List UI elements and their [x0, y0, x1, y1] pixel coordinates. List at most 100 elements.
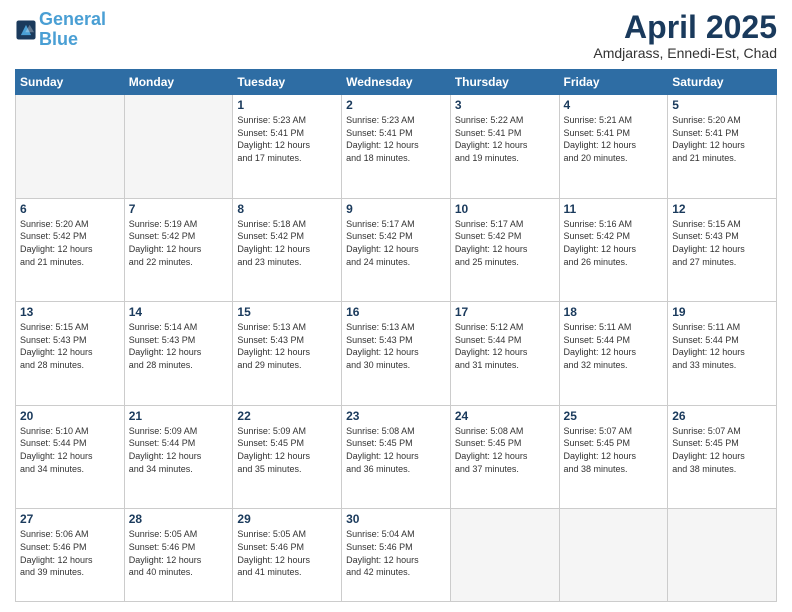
day-number: 16 — [346, 305, 446, 319]
day-info: Sunrise: 5:19 AM Sunset: 5:42 PM Dayligh… — [129, 218, 229, 268]
day-number: 28 — [129, 512, 229, 526]
day-info: Sunrise: 5:20 AM Sunset: 5:41 PM Dayligh… — [672, 114, 772, 164]
calendar-cell: 8Sunrise: 5:18 AM Sunset: 5:42 PM Daylig… — [233, 198, 342, 302]
day-info: Sunrise: 5:16 AM Sunset: 5:42 PM Dayligh… — [564, 218, 664, 268]
day-number: 9 — [346, 202, 446, 216]
calendar-cell: 19 Sunrise: 5:11 AM Sunset: 5:44 PM Dayli… — [668, 302, 777, 406]
calendar-cell: 9 Sunrise: 5:17 AM Sunset: 5:42 PM Daylig… — [342, 198, 451, 302]
calendar-cell: 1 Sunrise: 5:23 AM Sunset: 5:41 PM Daylig… — [233, 95, 342, 199]
calendar-cell: 12Sunrise: 5:15 AM Sunset: 5:43 PM Dayli… — [668, 198, 777, 302]
calendar-cell: 21 Sunrise: 5:09 AM Sunset: 5:44 PM Dayli… — [124, 405, 233, 509]
logo-icon — [15, 19, 37, 41]
col-header-saturday: Saturday — [668, 70, 777, 95]
header: General Blue April 2025 Amdjarass, Enned… — [15, 10, 777, 61]
day-number: 19 — [672, 305, 772, 319]
day-number: 11 — [564, 202, 664, 216]
day-number: 29 — [237, 512, 337, 526]
day-number: 4 — [564, 98, 664, 112]
calendar-cell: 18 Sunrise: 5:11 AM Sunset: 5:44 PM Dayli… — [559, 302, 668, 406]
day-number: 13 — [20, 305, 120, 319]
calendar-cell: 14 Sunrise: 5:14 AM Sunset: 5:43 PM Dayli… — [124, 302, 233, 406]
day-number: 14 — [129, 305, 229, 319]
calendar-cell: 4 Sunrise: 5:21 AM Sunset: 5:41 PM Daylig… — [559, 95, 668, 199]
calendar-cell: 17Sunrise: 5:12 AM Sunset: 5:44 PM Dayli… — [450, 302, 559, 406]
day-info: Sunrise: 5:05 AM Sunset: 5:46 PM Dayligh… — [129, 528, 229, 578]
day-info: Sunrise: 5:05 AM Sunset: 5:46 PM Dayligh… — [237, 528, 337, 578]
day-number: 1 — [237, 98, 337, 112]
calendar-cell: 13 Sunrise: 5:15 AM Sunset: 5:43 PM Dayli… — [16, 302, 125, 406]
day-number: 23 — [346, 409, 446, 423]
col-header-tuesday: Tuesday — [233, 70, 342, 95]
day-info: Sunrise: 5:12 AM Sunset: 5:44 PM Dayligh… — [455, 321, 555, 371]
calendar-cell: 26Sunrise: 5:07 AM Sunset: 5:45 PM Dayli… — [668, 405, 777, 509]
day-number: 22 — [237, 409, 337, 423]
col-header-monday: Monday — [124, 70, 233, 95]
day-info: Sunrise: 5:09 AM Sunset: 5:44 PM Dayligh… — [129, 425, 229, 475]
calendar-cell — [450, 509, 559, 602]
calendar-cell: 28 Sunrise: 5:05 AM Sunset: 5:46 PM Dayli… — [124, 509, 233, 602]
day-number: 18 — [564, 305, 664, 319]
day-number: 20 — [20, 409, 120, 423]
day-number: 27 — [20, 512, 120, 526]
calendar-cell: 16 Sunrise: 5:13 AM Sunset: 5:43 PM Dayli… — [342, 302, 451, 406]
calendar-cell: 2 Sunrise: 5:23 AM Sunset: 5:41 PM Daylig… — [342, 95, 451, 199]
calendar-cell: 23 Sunrise: 5:08 AM Sunset: 5:45 PM Dayli… — [342, 405, 451, 509]
month-title: April 2025 — [593, 10, 777, 45]
day-info: Sunrise: 5:07 AM Sunset: 5:45 PM Dayligh… — [564, 425, 664, 475]
calendar-cell: 27 Sunrise: 5:06 AM Sunset: 5:46 PM Dayli… — [16, 509, 125, 602]
logo: General Blue — [15, 10, 106, 50]
day-number: 15 — [237, 305, 337, 319]
day-info: Sunrise: 5:23 AM Sunset: 5:41 PM Dayligh… — [346, 114, 446, 164]
day-info: Sunrise: 5:21 AM Sunset: 5:41 PM Dayligh… — [564, 114, 664, 164]
logo-text: General Blue — [39, 10, 106, 50]
day-info: Sunrise: 5:22 AM Sunset: 5:41 PM Dayligh… — [455, 114, 555, 164]
day-number: 8 — [237, 202, 337, 216]
calendar-cell — [559, 509, 668, 602]
location: Amdjarass, Ennedi-Est, Chad — [593, 45, 777, 61]
day-info: Sunrise: 5:17 AM Sunset: 5:42 PM Dayligh… — [455, 218, 555, 268]
day-info: Sunrise: 5:17 AM Sunset: 5:42 PM Dayligh… — [346, 218, 446, 268]
day-number: 21 — [129, 409, 229, 423]
day-info: Sunrise: 5:15 AM Sunset: 5:43 PM Dayligh… — [20, 321, 120, 371]
day-number: 2 — [346, 98, 446, 112]
col-header-thursday: Thursday — [450, 70, 559, 95]
calendar-cell: 29 Sunrise: 5:05 AM Sunset: 5:46 PM Dayli… — [233, 509, 342, 602]
day-info: Sunrise: 5:09 AM Sunset: 5:45 PM Dayligh… — [237, 425, 337, 475]
day-info: Sunrise: 5:13 AM Sunset: 5:43 PM Dayligh… — [237, 321, 337, 371]
col-header-wednesday: Wednesday — [342, 70, 451, 95]
day-info: Sunrise: 5:11 AM Sunset: 5:44 PM Dayligh… — [672, 321, 772, 371]
day-info: Sunrise: 5:08 AM Sunset: 5:45 PM Dayligh… — [455, 425, 555, 475]
col-header-friday: Friday — [559, 70, 668, 95]
calendar-cell: 25 Sunrise: 5:07 AM Sunset: 5:45 PM Dayli… — [559, 405, 668, 509]
calendar-cell: 5 Sunrise: 5:20 AM Sunset: 5:41 PM Daylig… — [668, 95, 777, 199]
calendar-cell: 3 Sunrise: 5:22 AM Sunset: 5:41 PM Daylig… — [450, 95, 559, 199]
day-info: Sunrise: 5:20 AM Sunset: 5:42 PM Dayligh… — [20, 218, 120, 268]
day-number: 3 — [455, 98, 555, 112]
day-info: Sunrise: 5:14 AM Sunset: 5:43 PM Dayligh… — [129, 321, 229, 371]
day-info: Sunrise: 5:06 AM Sunset: 5:46 PM Dayligh… — [20, 528, 120, 578]
day-number: 30 — [346, 512, 446, 526]
day-number: 5 — [672, 98, 772, 112]
calendar-cell: 24 Sunrise: 5:08 AM Sunset: 5:45 PM Dayli… — [450, 405, 559, 509]
calendar-cell: 30Sunrise: 5:04 AM Sunset: 5:46 PM Dayli… — [342, 509, 451, 602]
day-info: Sunrise: 5:08 AM Sunset: 5:45 PM Dayligh… — [346, 425, 446, 475]
col-header-sunday: Sunday — [16, 70, 125, 95]
calendar-cell — [124, 95, 233, 199]
day-info: Sunrise: 5:10 AM Sunset: 5:44 PM Dayligh… — [20, 425, 120, 475]
calendar-cell: 10Sunrise: 5:17 AM Sunset: 5:42 PM Dayli… — [450, 198, 559, 302]
calendar-cell — [668, 509, 777, 602]
calendar-cell: 20 Sunrise: 5:10 AM Sunset: 5:44 PM Dayli… — [16, 405, 125, 509]
calendar-cell: 15 Sunrise: 5:13 AM Sunset: 5:43 PM Dayli… — [233, 302, 342, 406]
page: General Blue April 2025 Amdjarass, Enned… — [0, 0, 792, 612]
day-number: 7 — [129, 202, 229, 216]
day-info: Sunrise: 5:15 AM Sunset: 5:43 PM Dayligh… — [672, 218, 772, 268]
day-number: 25 — [564, 409, 664, 423]
day-info: Sunrise: 5:11 AM Sunset: 5:44 PM Dayligh… — [564, 321, 664, 371]
day-number: 24 — [455, 409, 555, 423]
day-info: Sunrise: 5:07 AM Sunset: 5:45 PM Dayligh… — [672, 425, 772, 475]
calendar-cell — [16, 95, 125, 199]
calendar-cell: 6Sunrise: 5:20 AM Sunset: 5:42 PM Daylig… — [16, 198, 125, 302]
day-info: Sunrise: 5:23 AM Sunset: 5:41 PM Dayligh… — [237, 114, 337, 164]
calendar-cell: 11 Sunrise: 5:16 AM Sunset: 5:42 PM Dayli… — [559, 198, 668, 302]
day-info: Sunrise: 5:13 AM Sunset: 5:43 PM Dayligh… — [346, 321, 446, 371]
